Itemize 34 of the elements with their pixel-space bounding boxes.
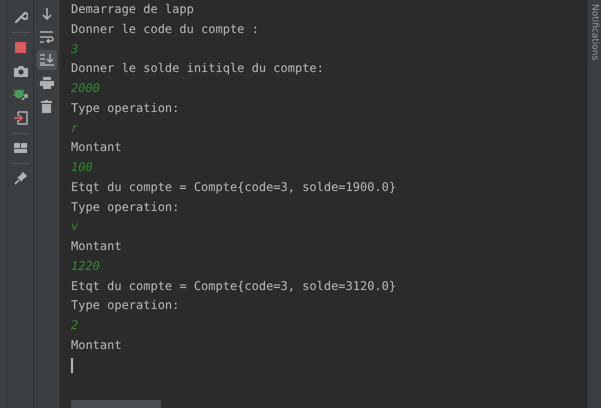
console-input-line: 3 <box>71 40 80 58</box>
stop-icon[interactable] <box>15 42 26 53</box>
console-output-line: Donner le code du compte : <box>71 20 260 38</box>
console-output-line: Etqt du compte = Compte{code=3, solde=1900.0} <box>71 178 398 196</box>
console-input-line: 1220 <box>71 258 101 275</box>
bug-icon[interactable] <box>13 87 28 102</box>
console-output-line: Demarrage de lapp <box>71 1 195 18</box>
console-output-line: Etqt du compte = Compte{code=3, solde=3120.0} <box>71 278 398 294</box>
down-arrow-icon <box>42 8 52 20</box>
console-input-line: v <box>71 218 80 236</box>
console-output-line: Type operation: <box>71 100 180 117</box>
console-output-line: Donner le solde initiqle du compte: <box>71 60 325 78</box>
console-input-line: 2000 <box>71 80 101 97</box>
console-output-line: Type operation: <box>71 198 180 216</box>
console-output-line: Montant <box>71 336 123 354</box>
scroll-end-toggle-button[interactable] <box>36 50 56 70</box>
horizontal-scrollbar[interactable] <box>71 400 161 408</box>
scroll-to-end-icon <box>40 54 54 66</box>
wrench-icon[interactable] <box>14 10 28 24</box>
pin-icon[interactable] <box>14 172 27 186</box>
layout-icon[interactable] <box>14 143 27 154</box>
camera-icon[interactable] <box>14 64 28 77</box>
trash-icon <box>41 100 52 112</box>
notifications-tab[interactable]: Notifications <box>590 4 600 60</box>
soft-wrap-icon <box>40 31 54 43</box>
printer-icon <box>40 77 54 89</box>
text-cursor <box>71 358 73 372</box>
console-output-line: Type operation: <box>71 297 180 314</box>
console-output-line: Montant <box>71 139 123 156</box>
console-input-line: 100 <box>71 159 94 176</box>
exit-icon[interactable] <box>14 110 28 125</box>
console-input-line: 2 <box>71 317 80 334</box>
console-output-line: Montant <box>71 238 123 255</box>
console-input-line: r <box>71 120 80 136</box>
